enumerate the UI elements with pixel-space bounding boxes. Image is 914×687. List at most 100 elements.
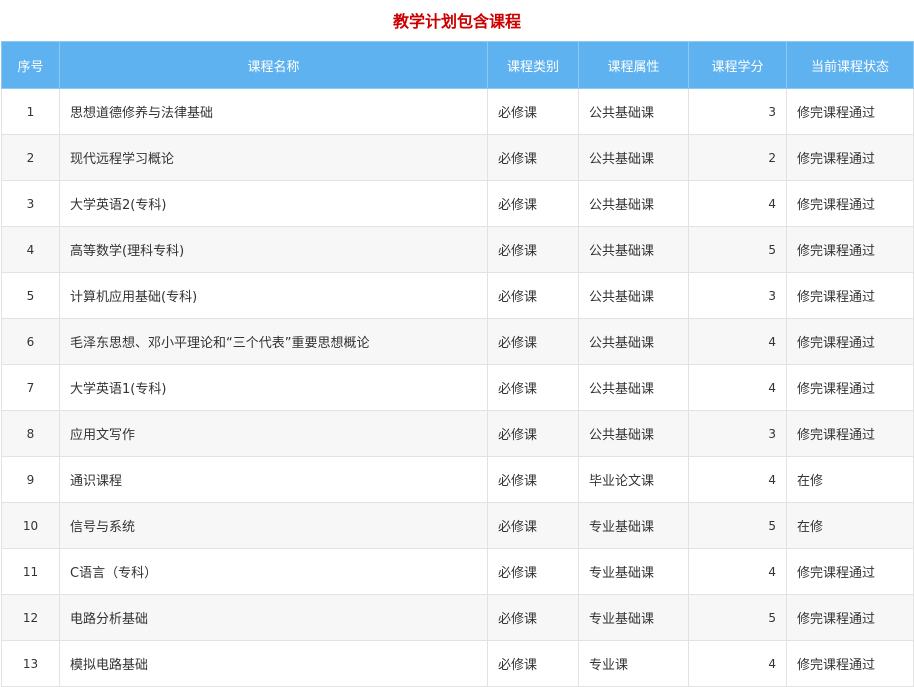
- cell-attribute: 毕业论文课: [578, 456, 689, 503]
- table-row: 7 大学英语1(专科) 必修课 公共基础课 4 修完课程通过: [1, 364, 914, 411]
- header-no: 序号: [1, 41, 60, 89]
- table-row: 1 思想道德修养与法律基础 必修课 公共基础课 3 修完课程通过: [1, 88, 914, 135]
- cell-credit: 4: [688, 640, 787, 687]
- cell-no: 5: [1, 272, 60, 319]
- cell-status: 修完课程通过: [786, 364, 914, 411]
- table-row: 12 电路分析基础 必修课 专业基础课 5 修完课程通过: [1, 594, 914, 641]
- cell-course-name: 思想道德修养与法律基础: [59, 88, 488, 135]
- cell-status: 修完课程通过: [786, 88, 914, 135]
- cell-credit: 5: [688, 226, 787, 273]
- cell-attribute: 专业基础课: [578, 502, 689, 549]
- cell-course-name: 现代远程学习概论: [59, 134, 488, 181]
- cell-credit: 3: [688, 410, 787, 457]
- cell-attribute: 公共基础课: [578, 180, 689, 227]
- cell-category: 必修课: [487, 364, 579, 411]
- cell-credit: 5: [688, 594, 787, 641]
- cell-category: 必修课: [487, 318, 579, 365]
- cell-no: 8: [1, 410, 60, 457]
- cell-credit: 5: [688, 502, 787, 549]
- header-credit: 课程学分: [688, 41, 787, 89]
- cell-category: 必修课: [487, 640, 579, 687]
- cell-category: 必修课: [487, 88, 579, 135]
- cell-no: 9: [1, 456, 60, 503]
- cell-category: 必修课: [487, 594, 579, 641]
- table-row: 4 高等数学(理科专科) 必修课 公共基础课 5 修完课程通过: [1, 226, 914, 273]
- cell-attribute: 公共基础课: [578, 88, 689, 135]
- cell-no: 2: [1, 134, 60, 181]
- cell-status: 修完课程通过: [786, 410, 914, 457]
- cell-no: 13: [1, 640, 60, 687]
- course-table: 序号 课程名称 课程类别 课程属性 课程学分 当前课程状态 1 思想道德修养与法律…: [1, 41, 914, 687]
- cell-credit: 3: [688, 88, 787, 135]
- table-row: 11 C语言（专科） 必修课 专业基础课 4 修完课程通过: [1, 548, 914, 595]
- cell-course-name: 大学英语1(专科): [59, 364, 488, 411]
- cell-credit: 3: [688, 272, 787, 319]
- cell-no: 1: [1, 88, 60, 135]
- cell-no: 6: [1, 318, 60, 365]
- cell-attribute: 专业基础课: [578, 594, 689, 641]
- cell-status: 修完课程通过: [786, 226, 914, 273]
- cell-category: 必修课: [487, 272, 579, 319]
- cell-course-name: 应用文写作: [59, 410, 488, 457]
- table-row: 10 信号与系统 必修课 专业基础课 5 在修: [1, 502, 914, 549]
- table-row: 6 毛泽东思想、邓小平理论和“三个代表”重要思想概论 必修课 公共基础课 4 修完课程通过: [1, 318, 914, 365]
- cell-attribute: 专业基础课: [578, 548, 689, 595]
- table-header-row: 序号 课程名称 课程类别 课程属性 课程学分 当前课程状态: [1, 41, 914, 89]
- table-row: 2 现代远程学习概论 必修课 公共基础课 2 修完课程通过: [1, 134, 914, 181]
- cell-credit: 4: [688, 456, 787, 503]
- cell-status: 修完课程通过: [786, 180, 914, 227]
- cell-no: 11: [1, 548, 60, 595]
- cell-status: 修完课程通过: [786, 318, 914, 365]
- cell-credit: 2: [688, 134, 787, 181]
- cell-attribute: 公共基础课: [578, 226, 689, 273]
- cell-course-name: 大学英语2(专科): [59, 180, 488, 227]
- cell-category: 必修课: [487, 456, 579, 503]
- cell-attribute: 公共基础课: [578, 410, 689, 457]
- cell-category: 必修课: [487, 502, 579, 549]
- cell-course-name: 毛泽东思想、邓小平理论和“三个代表”重要思想概论: [59, 318, 488, 365]
- cell-status: 修完课程通过: [786, 548, 914, 595]
- cell-credit: 4: [688, 180, 787, 227]
- cell-course-name: 模拟电路基础: [59, 640, 488, 687]
- table-row: 13 模拟电路基础 必修课 专业课 4 修完课程通过: [1, 640, 914, 687]
- cell-status: 修完课程通过: [786, 594, 914, 641]
- cell-course-name: 计算机应用基础(专科): [59, 272, 488, 319]
- table-row: 9 通识课程 必修课 毕业论文课 4 在修: [1, 456, 914, 503]
- table-row: 3 大学英语2(专科) 必修课 公共基础课 4 修完课程通过: [1, 180, 914, 227]
- header-attribute: 课程属性: [578, 41, 689, 89]
- cell-category: 必修课: [487, 180, 579, 227]
- header-status: 当前课程状态: [786, 41, 914, 89]
- cell-no: 10: [1, 502, 60, 549]
- page-title: 教学计划包含课程: [392, 12, 521, 31]
- header-name: 课程名称: [59, 41, 488, 89]
- cell-course-name: 高等数学(理科专科): [59, 226, 488, 273]
- cell-category: 必修课: [487, 410, 579, 457]
- cell-status: 修完课程通过: [786, 134, 914, 181]
- cell-category: 必修课: [487, 134, 579, 181]
- cell-attribute: 专业课: [578, 640, 689, 687]
- cell-no: 4: [1, 226, 60, 273]
- header-category: 课程类别: [487, 41, 579, 89]
- cell-status: 在修: [786, 456, 914, 503]
- cell-course-name: 信号与系统: [59, 502, 488, 549]
- cell-attribute: 公共基础课: [578, 272, 689, 319]
- cell-course-name: 电路分析基础: [59, 594, 488, 641]
- cell-no: 12: [1, 594, 60, 641]
- table-row: 8 应用文写作 必修课 公共基础课 3 修完课程通过: [1, 410, 914, 457]
- cell-attribute: 公共基础课: [578, 134, 689, 181]
- cell-course-name: C语言（专科）: [59, 548, 488, 595]
- cell-status: 在修: [786, 502, 914, 549]
- cell-status: 修完课程通过: [786, 272, 914, 319]
- table-body: 1 思想道德修养与法律基础 必修课 公共基础课 3 修完课程通过 2 现代远程学习概论 必修课公…: [1, 88, 914, 687]
- cell-attribute: 公共基础课: [578, 318, 689, 365]
- cell-category: 必修课: [487, 548, 579, 595]
- table-row: 5 计算机应用基础(专科) 必修课 公共基础课 3 修完课程通过: [1, 272, 914, 319]
- cell-no: 7: [1, 364, 60, 411]
- cell-attribute: 公共基础课: [578, 364, 689, 411]
- cell-course-name: 通识课程: [59, 456, 488, 503]
- cell-category: 必修课: [487, 226, 579, 273]
- cell-credit: 4: [688, 548, 787, 595]
- cell-status: 修完课程通过: [786, 640, 914, 687]
- cell-credit: 4: [688, 318, 787, 365]
- cell-credit: 4: [688, 364, 787, 411]
